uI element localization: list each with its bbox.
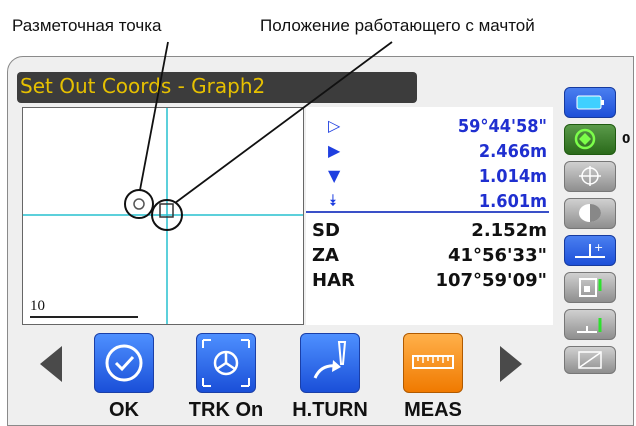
prism-target-icon bbox=[574, 128, 596, 150]
input-panel-icon bbox=[579, 278, 602, 297]
down-arrow-icon: ▼ bbox=[328, 166, 341, 185]
angle-diff-icon: ▷ bbox=[328, 116, 341, 135]
har-label: HAR bbox=[312, 270, 355, 291]
angle-diff-value: 59°44'58" bbox=[457, 116, 547, 137]
meas-softkey[interactable] bbox=[403, 333, 463, 393]
battery-icon bbox=[576, 95, 604, 110]
tilt-button[interactable] bbox=[564, 161, 616, 192]
za-value: 41°56'33" bbox=[447, 245, 547, 266]
height-measure-button[interactable] bbox=[564, 309, 616, 340]
guide-light-icon bbox=[579, 204, 601, 222]
height-plus-icon: + bbox=[575, 241, 605, 258]
forward-back-value: 2.466m bbox=[478, 141, 547, 162]
readings-separator bbox=[306, 211, 549, 213]
set-out-point-highlight bbox=[124, 189, 154, 219]
tracking-icon bbox=[202, 339, 250, 387]
check-circle-icon bbox=[105, 344, 143, 382]
reading-sd: SD 2.152m bbox=[306, 220, 551, 242]
instrument-height-icon bbox=[577, 318, 602, 333]
h-turn-label: H.TURN bbox=[292, 399, 368, 421]
h-turn-softkey[interactable] bbox=[300, 333, 360, 393]
graph-view-button[interactable] bbox=[564, 346, 616, 374]
meas-label: MEAS bbox=[404, 399, 462, 421]
forward-arrow-icon: ▶ bbox=[328, 141, 341, 160]
callout-leader-set-out bbox=[139, 41, 169, 191]
trk-on-label: TRK On bbox=[188, 399, 264, 421]
battery-status-button[interactable] bbox=[564, 87, 616, 118]
horizontal-turn-icon bbox=[313, 341, 347, 379]
input-mode-button[interactable] bbox=[564, 272, 616, 303]
reading-angle-diff: ▷ 59°44'58" bbox=[306, 116, 551, 138]
sd-label: SD bbox=[312, 220, 340, 241]
za-label: ZA bbox=[312, 245, 339, 266]
cut-fill-value: 1.601m bbox=[478, 191, 547, 212]
svg-text:+: + bbox=[594, 241, 603, 254]
reading-cut-fill: ⯯ 1.601m bbox=[306, 191, 551, 213]
reading-left-right: ▼ 1.014m bbox=[306, 166, 551, 188]
laser-pointer-button[interactable] bbox=[564, 198, 616, 229]
target-type-button[interactable]: 0 bbox=[564, 124, 630, 155]
set-out-point-marker bbox=[133, 198, 145, 210]
ok-softkey[interactable] bbox=[94, 333, 154, 393]
sd-value: 2.152m bbox=[471, 220, 547, 241]
reading-za: ZA 41°56'33" bbox=[306, 245, 551, 267]
reading-har: HAR 107°59'09" bbox=[306, 270, 551, 292]
ok-label: OK bbox=[109, 399, 139, 421]
next-page-arrow-icon[interactable] bbox=[498, 344, 524, 384]
graph-view-icon bbox=[578, 351, 602, 369]
trk-on-softkey[interactable] bbox=[196, 333, 256, 393]
cut-fill-icon: ⯯ bbox=[328, 191, 338, 210]
left-right-value: 1.014m bbox=[478, 166, 547, 187]
target-count: 0 bbox=[622, 132, 631, 146]
readings-panel: ▷ 59°44'58" ▶ 2.466m ▼ 1.014m ⯯ 1.601m S… bbox=[306, 107, 553, 325]
measure-ruler-icon bbox=[412, 355, 454, 369]
har-value: 107°59'09" bbox=[435, 270, 547, 291]
prev-page-arrow-icon[interactable] bbox=[38, 344, 64, 384]
reading-forward-back: ▶ 2.466m bbox=[306, 141, 551, 163]
crosshair-icon bbox=[579, 166, 601, 186]
graph-scale-bar bbox=[30, 316, 138, 318]
height-offset-button[interactable]: + bbox=[564, 235, 616, 266]
graph-scale-label: 10 bbox=[30, 298, 45, 314]
